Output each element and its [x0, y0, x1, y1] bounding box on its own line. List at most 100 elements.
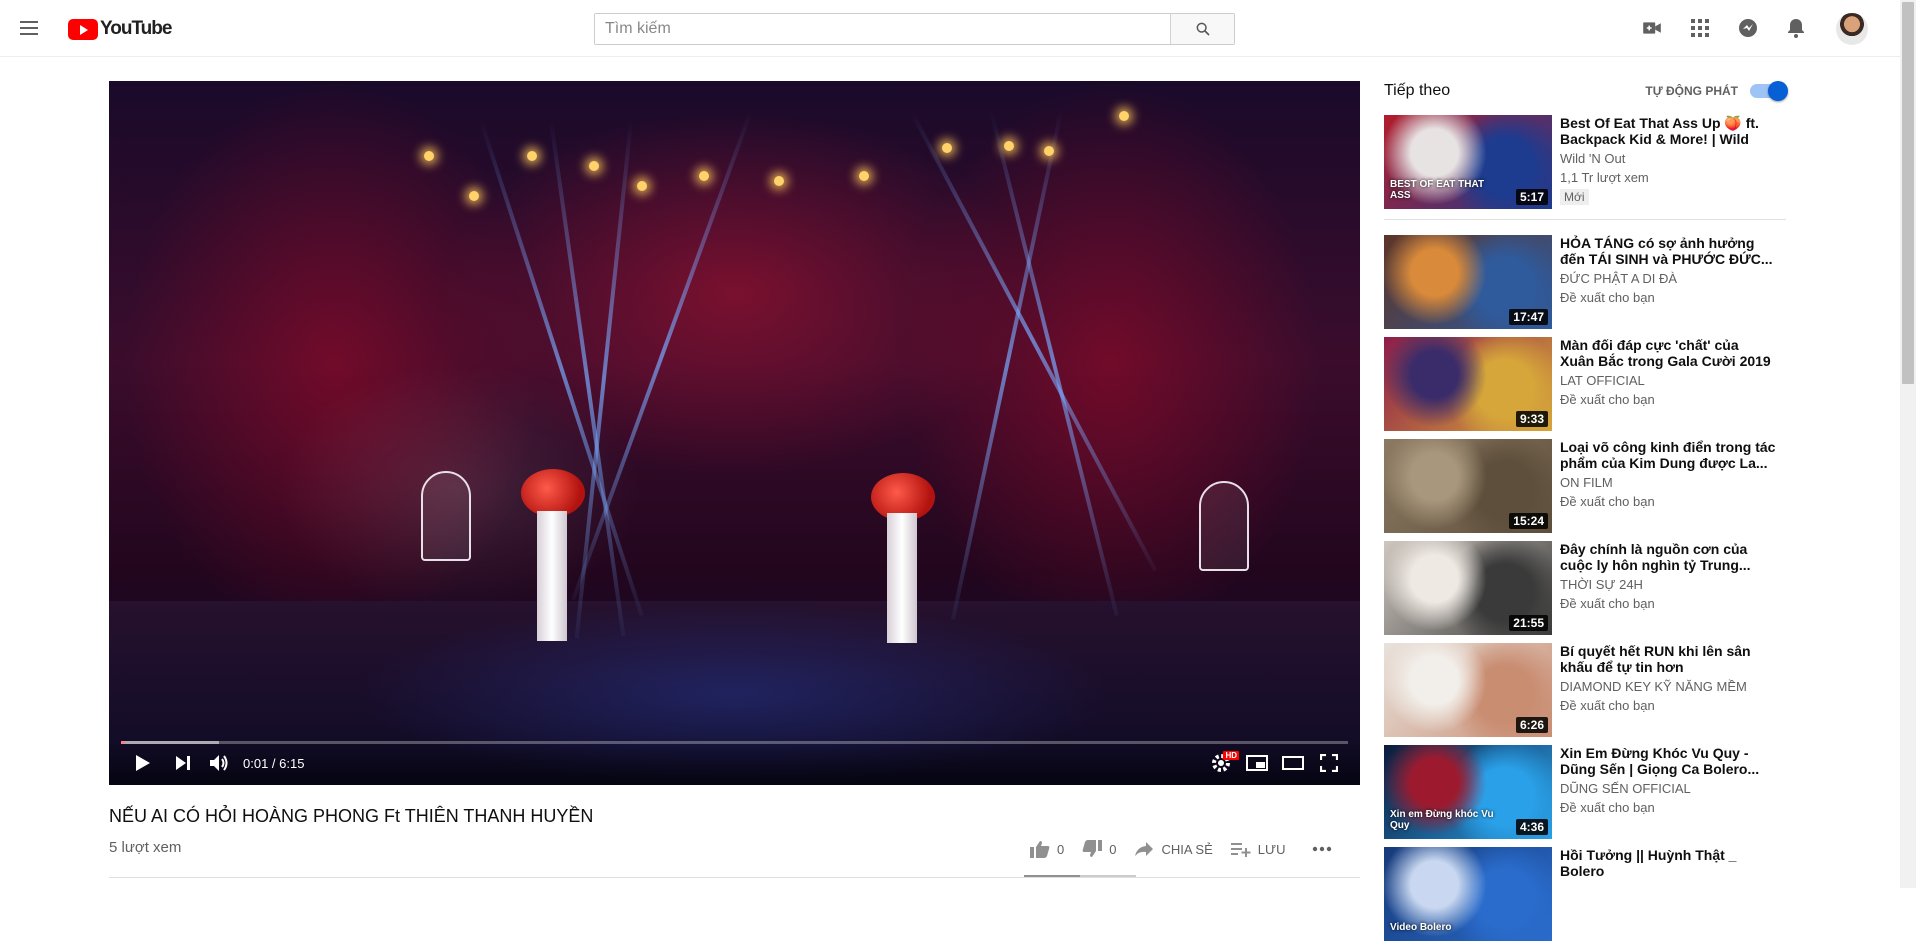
- stage-light: [527, 151, 537, 161]
- stage-light: [637, 181, 647, 191]
- next-button[interactable]: [171, 751, 195, 775]
- video-title-link[interactable]: Hồi Tưởng || Huỳnh Thật _ Bolero: [1560, 847, 1776, 879]
- stage-light: [589, 161, 599, 171]
- video-title-link[interactable]: HỎA TÁNG có sợ ảnh hưởng đến TÁI SINH và…: [1560, 235, 1776, 267]
- miniplayer-button[interactable]: [1245, 751, 1269, 775]
- stage-beam: [571, 110, 753, 601]
- recommended-video[interactable]: Xin em Đừng khóc Vu Quy 4:36 Xin Em Đừng K…: [1384, 745, 1786, 839]
- video-title-link[interactable]: Bí quyết hết RUN khi lên sân khấu để tự …: [1560, 643, 1776, 675]
- stage-light: [859, 171, 869, 181]
- autoplay-label: TỰ ĐỘNG PHÁT: [1645, 84, 1738, 98]
- save-label: LƯU: [1257, 841, 1286, 857]
- player-controls: 0:01 / 6:15 HD: [109, 737, 1360, 785]
- recommended-video[interactable]: 15:24 Loại võ công kinh điển trong tác ph…: [1384, 439, 1786, 533]
- like-count: 0: [1057, 841, 1065, 857]
- video-title-link[interactable]: Xin Em Đừng Khóc Vu Quy - Dũng Sến | Giọ…: [1560, 745, 1776, 777]
- dislike-count: 0: [1109, 841, 1117, 857]
- recommended-video[interactable]: Video Bolero Hồi Tưởng || Huỳnh Thật _ Bo…: [1384, 847, 1786, 941]
- channel-name: DIAMOND KEY KỸ NĂNG MỀM: [1560, 679, 1747, 694]
- share-button[interactable]: CHIA SẺ: [1134, 841, 1213, 857]
- video-meta: Đây chính là nguồn cơn của cuộc ly hôn n…: [1560, 541, 1776, 635]
- video-thumbnail[interactable]: Video Bolero: [1384, 847, 1552, 941]
- channel-name: Wild 'N Out: [1560, 151, 1626, 166]
- progress-bar[interactable]: [121, 741, 1348, 744]
- recommended-video[interactable]: BEST OF EAT THAT ASS 5:17 Best Of Eat That…: [1384, 115, 1786, 209]
- search-input[interactable]: [595, 14, 1170, 44]
- next-icon: [176, 756, 190, 770]
- settings-button[interactable]: HD: [1207, 751, 1239, 775]
- top-bar: YouTube: [0, 0, 1900, 57]
- stage-light: [1004, 141, 1014, 151]
- red-lantern: [521, 469, 585, 517]
- video-meta: Xin Em Đừng Khóc Vu Quy - Dũng Sến | Giọ…: [1560, 745, 1776, 839]
- stage-light: [1119, 111, 1129, 121]
- share-label: CHIA SẺ: [1161, 841, 1213, 857]
- video-duration: 15:24: [1509, 513, 1548, 529]
- theater-button[interactable]: [1281, 751, 1305, 775]
- like-button[interactable]: 0: [1030, 840, 1064, 858]
- play-button[interactable]: [131, 751, 155, 775]
- dislike-button[interactable]: 0: [1082, 840, 1116, 858]
- video-actions: 0 0 CHIA SẺ LƯU: [1030, 840, 1332, 858]
- video-thumbnail[interactable]: 21:55: [1384, 541, 1552, 635]
- bird-cage: [421, 471, 471, 561]
- video-meta: Màn đối đáp cực 'chất' của Xuân Bắc tron…: [1560, 337, 1776, 431]
- channel-name: LAT OFFICIAL: [1560, 373, 1645, 388]
- avatar[interactable]: [1836, 13, 1868, 45]
- video-thumbnail[interactable]: BEST OF EAT THAT ASS 5:17: [1384, 115, 1552, 209]
- video-subtext: Đề xuất cho bạn: [1560, 596, 1655, 611]
- stage-light: [699, 171, 709, 181]
- add-to-playlist-icon: [1230, 843, 1251, 857]
- stage-pillar: [537, 511, 567, 641]
- recommended-video[interactable]: 6:26 Bí quyết hết RUN khi lên sân khấu để…: [1384, 643, 1786, 737]
- video-thumbnail[interactable]: 15:24: [1384, 439, 1552, 533]
- menu-icon[interactable]: [20, 18, 44, 38]
- apps-icon[interactable]: [1688, 16, 1712, 40]
- video-thumbnail[interactable]: Xin em Đừng khóc Vu Quy 4:36: [1384, 745, 1552, 839]
- bird-cage: [1199, 481, 1249, 571]
- bell-icon[interactable]: [1784, 16, 1808, 40]
- recommended-video[interactable]: 21:55 Đây chính là nguồn cơn của cuộc ly …: [1384, 541, 1786, 635]
- new-badge: Mới: [1560, 189, 1589, 205]
- volume-button[interactable]: [207, 751, 231, 775]
- video-subtext: Đề xuất cho bạn: [1560, 800, 1655, 815]
- time-display: 0:01 / 6:15: [243, 756, 305, 771]
- video-title-link[interactable]: Đây chính là nguồn cơn của cuộc ly hôn n…: [1560, 541, 1776, 573]
- video-subtext: Đề xuất cho bạn: [1560, 494, 1655, 509]
- autoplay-toggle[interactable]: [1750, 81, 1788, 101]
- thumbnail-text: BEST OF EAT THAT ASS: [1390, 179, 1485, 201]
- youtube-logo[interactable]: YouTube: [68, 18, 172, 40]
- video-camera-icon[interactable]: [1640, 16, 1664, 40]
- video-duration: 17:47: [1509, 309, 1548, 325]
- logo-text: YouTube: [100, 18, 172, 39]
- fullscreen-button[interactable]: [1317, 751, 1341, 775]
- video-list: BEST OF EAT THAT ASS 5:17 Best Of Eat That…: [1384, 115, 1786, 941]
- recommended-video[interactable]: 17:47 HỎA TÁNG có sợ ảnh hưởng đến TÁI SI…: [1384, 235, 1786, 329]
- thumbnail-text: Xin em Đừng khóc Vu Quy: [1390, 809, 1494, 831]
- video-meta: Loại võ công kinh điển trong tác phẩm củ…: [1560, 439, 1776, 533]
- video-subtext: Đề xuất cho bạn: [1560, 392, 1655, 407]
- video-title-link[interactable]: Màn đối đáp cực 'chất' của Xuân Bắc tron…: [1560, 337, 1776, 369]
- more-button[interactable]: [1312, 846, 1332, 852]
- video-player[interactable]: 0:01 / 6:15 HD: [109, 81, 1360, 785]
- video-title-link[interactable]: Loại võ công kinh điển trong tác phẩm củ…: [1560, 439, 1776, 471]
- video-thumbnail[interactable]: 6:26: [1384, 643, 1552, 737]
- video-duration: 4:36: [1515, 819, 1548, 835]
- video-subtext: 1,1 Tr lượt xem: [1560, 170, 1649, 185]
- video-thumbnail[interactable]: 17:47: [1384, 235, 1552, 329]
- recommended-video[interactable]: 9:33 Màn đối đáp cực 'chất' của Xuân Bắc …: [1384, 337, 1786, 431]
- video-duration: 5:17: [1515, 189, 1548, 205]
- miniplayer-icon: [1246, 755, 1268, 771]
- scrollbar[interactable]: [1900, 0, 1916, 888]
- video-meta: HỎA TÁNG có sợ ảnh hưởng đến TÁI SINH và…: [1560, 235, 1776, 329]
- scrollbar-thumb[interactable]: [1902, 2, 1914, 384]
- search-button[interactable]: [1170, 14, 1234, 44]
- stage-light: [424, 151, 434, 161]
- video-thumbnail[interactable]: 9:33: [1384, 337, 1552, 431]
- video-subtext: Đề xuất cho bạn: [1560, 290, 1655, 305]
- volume-icon: [210, 755, 228, 771]
- save-button[interactable]: LƯU: [1230, 841, 1286, 857]
- fullscreen-icon: [1320, 754, 1338, 772]
- video-title-link[interactable]: Best Of Eat That Ass Up 🍑 ft. Backpack K…: [1560, 115, 1776, 147]
- chat-icon[interactable]: [1736, 16, 1760, 40]
